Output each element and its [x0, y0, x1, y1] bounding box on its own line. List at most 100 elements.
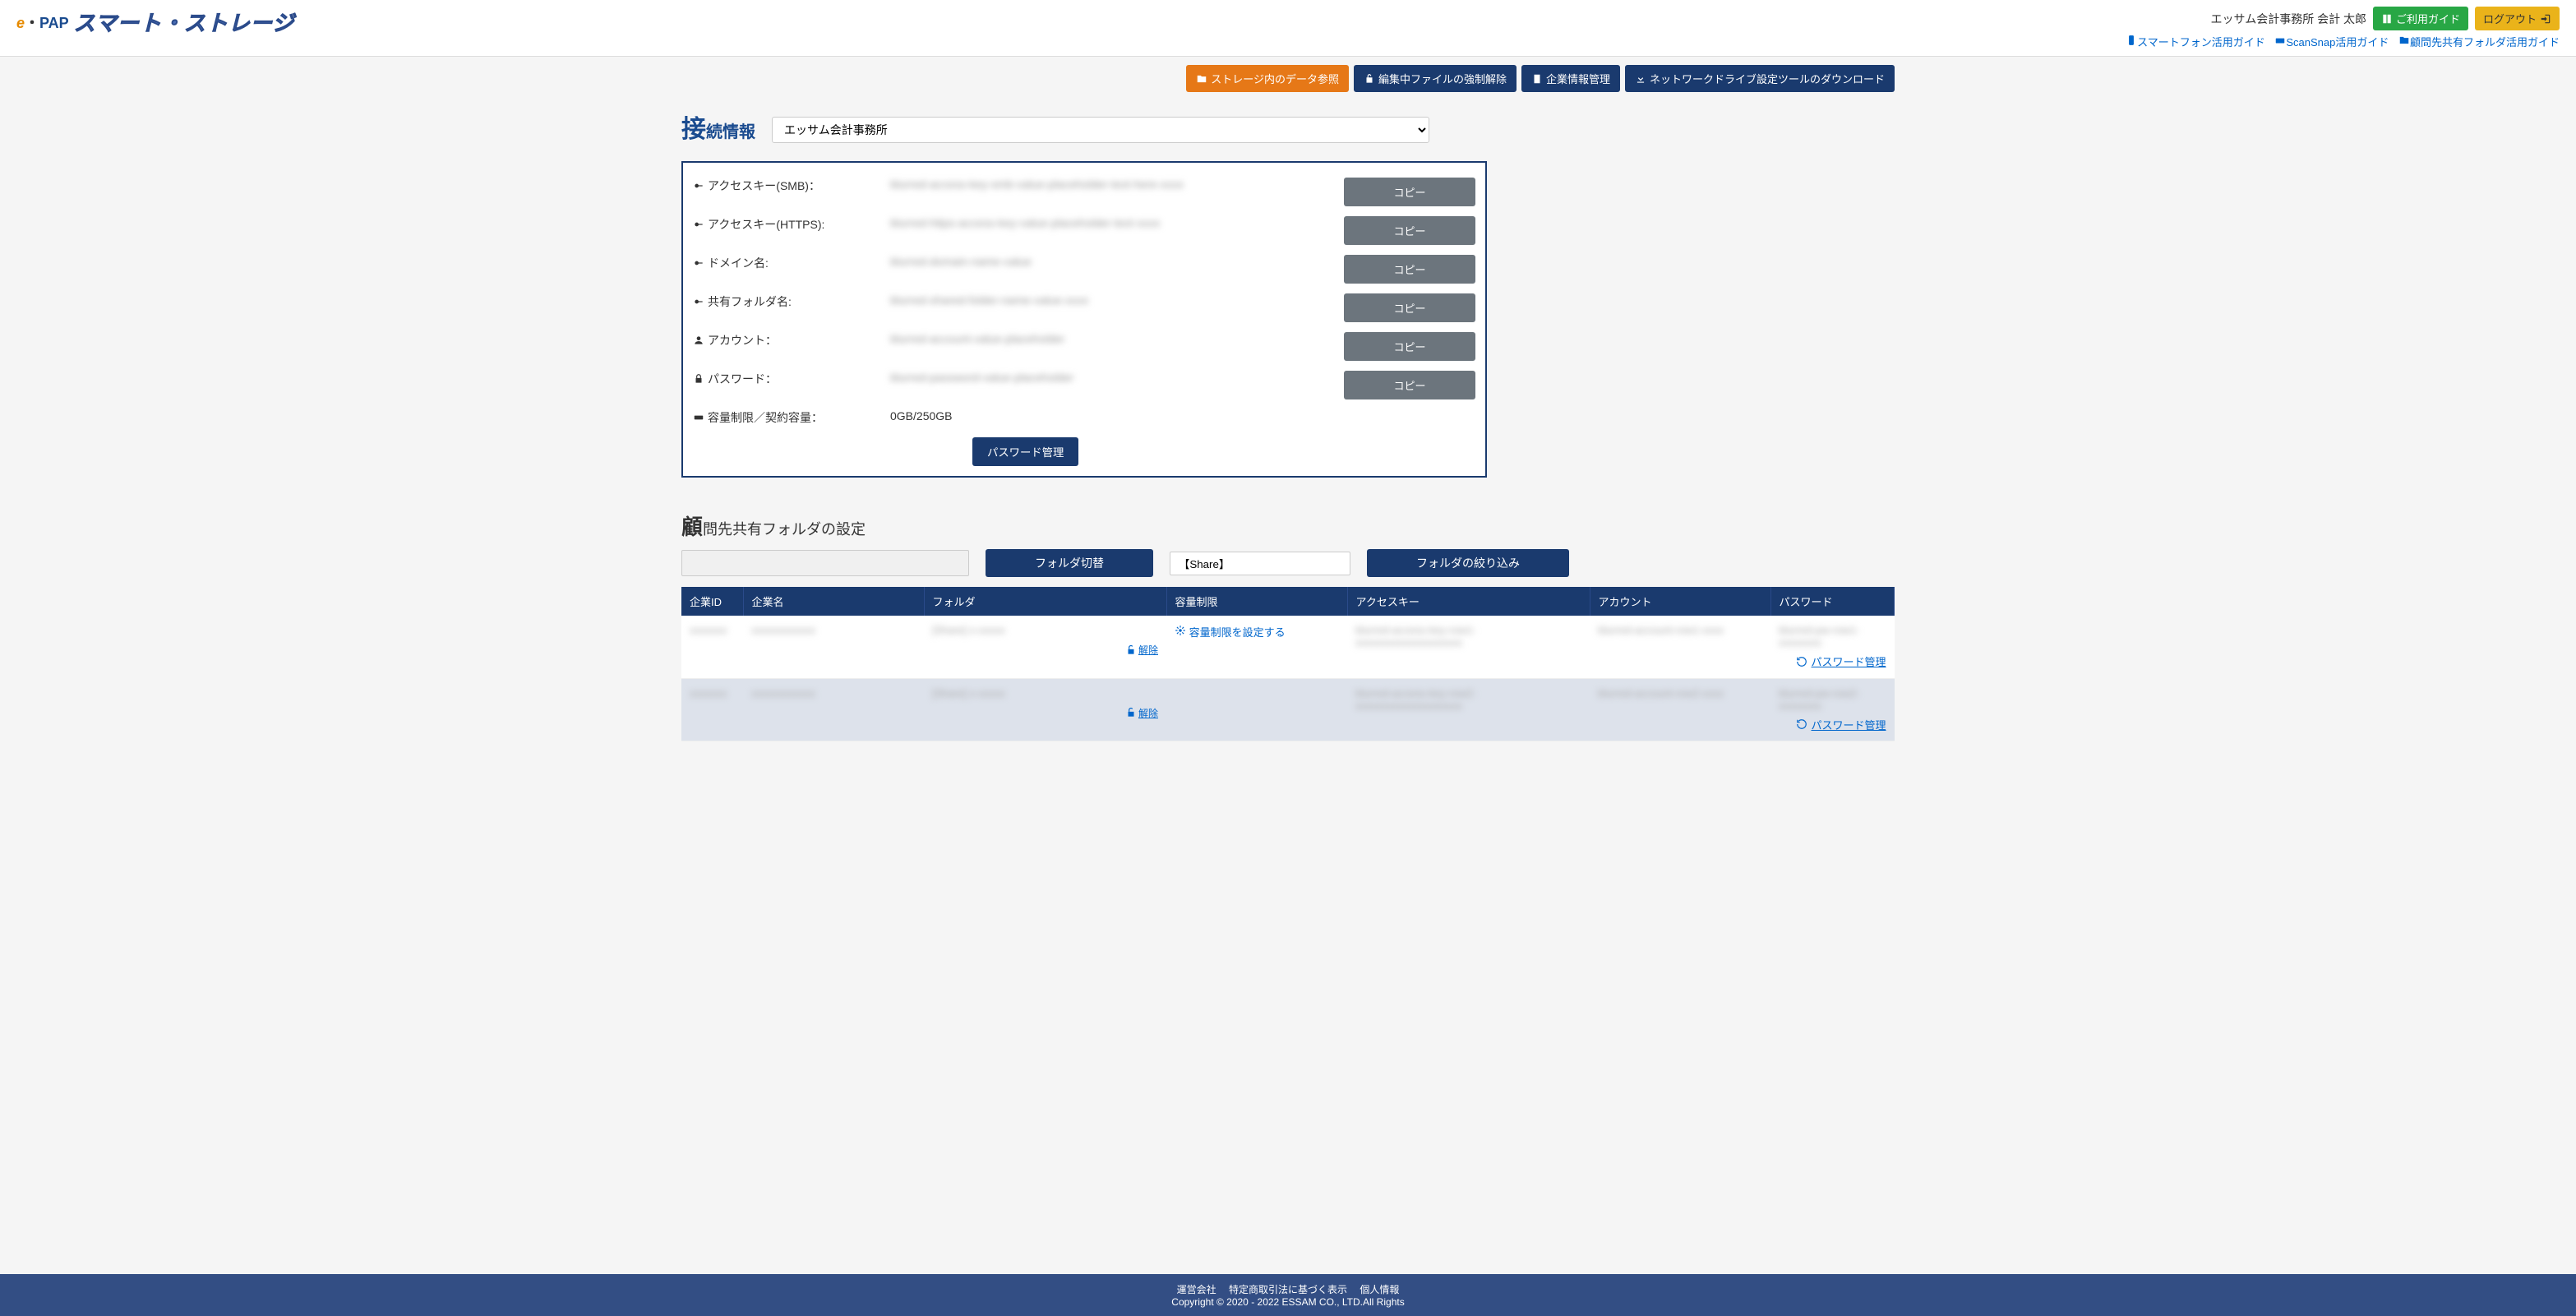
https-value: blurred-https-access-key-value-placehold… [890, 216, 1336, 229]
folder-filter-button[interactable]: フォルダの絞り込み [1367, 549, 1569, 577]
th-access: アクセスキー [1347, 587, 1590, 616]
key-icon [693, 296, 704, 307]
office-select[interactable]: エッサム会計事務所 [772, 117, 1429, 143]
logout-button[interactable]: ログアウト [2475, 7, 2560, 30]
th-id: 企業ID [681, 587, 743, 616]
copy-https-button[interactable]: コピー [1344, 216, 1475, 245]
key-icon [693, 180, 704, 192]
header: e・PAP スマート・ストレージ エッサム会計事務所 会計 太郎 ご利用ガイド … [0, 0, 2576, 57]
copyright: Copyright © 2020 - 2022 ESSAM CO., LTD.A… [0, 1296, 2576, 1308]
header-right: エッサム会計事務所 会計 太郎 ご利用ガイド ログアウト スマートフォン活用ガイ… [2119, 7, 2560, 49]
book-icon [2381, 13, 2393, 25]
nav-storage-button[interactable]: ストレージ内のデータ参照 [1186, 65, 1349, 92]
hdd-icon [693, 412, 704, 423]
folder-empty-input[interactable] [681, 550, 969, 576]
sharefolder-guide-link[interactable]: 顧問先共有フォルダ活用ガイド [2398, 36, 2560, 48]
https-label: アクセスキー(HTTPS): [693, 216, 890, 233]
cell-account: blurred-account-row1-xxxx [1598, 624, 1724, 636]
lock-icon [693, 373, 704, 385]
key-icon [693, 257, 704, 269]
scanner-icon [2274, 35, 2286, 46]
folder-open-icon [1196, 73, 1207, 85]
guide-button[interactable]: ご利用ガイド [2373, 7, 2468, 30]
footer-company-link[interactable]: 運営会社 [1177, 1284, 1216, 1295]
folder-section-title: 顧問先共有フォルダの設定 [681, 510, 1895, 541]
th-folder: フォルダ [924, 587, 1166, 616]
cell-folder: [Share] x-xxxxx [932, 687, 1005, 700]
th-password: パスワード [1770, 587, 1895, 616]
unlock-icon [1125, 707, 1137, 718]
cell-name: xxxxxxxxxxxx [751, 624, 815, 636]
unlock-link[interactable]: 解除 [1125, 706, 1158, 720]
footer-privacy-link[interactable]: 個人情報 [1360, 1284, 1399, 1295]
share-input[interactable] [1170, 552, 1350, 575]
building-icon [1531, 73, 1543, 85]
copy-domain-button[interactable]: コピー [1344, 255, 1475, 284]
footer-law-link[interactable]: 特定商取引法に基づく表示 [1229, 1284, 1347, 1295]
logout-icon [2540, 13, 2551, 25]
password-manage-link[interactable]: パスワード管理 [1796, 717, 1886, 732]
folder-table: 企業ID 企業名 フォルダ 容量制限 アクセスキー アカウント パスワード xx… [681, 587, 1895, 741]
gear-icon [1175, 625, 1186, 636]
copy-folder-button[interactable]: コピー [1344, 293, 1475, 322]
table-row: xxxxxxx xxxxxxxxxxxx [Share] x-xxxxx 解除 … [681, 616, 1895, 678]
cell-account: blurred-account-row2-xxxx [1598, 687, 1724, 700]
smartphone-guide-link[interactable]: スマートフォン活用ガイド [2126, 36, 2265, 48]
cell-id: xxxxxxx [690, 624, 727, 636]
header-links: スマートフォン活用ガイド ScanSnap活用ガイド 顧問先共有フォルダ活用ガイ… [2119, 34, 2560, 49]
cell-id: xxxxxxx [690, 687, 727, 700]
user-info: エッサム会計事務所 会計 太郎 [2210, 11, 2366, 27]
main-container: ストレージ内のデータ参照 編集中ファイルの強制解除 企業情報管理 ネットワークド… [672, 57, 1904, 791]
domain-value: blurred-domain-name-value [890, 255, 1336, 268]
table-row: xxxxxxx xxxxxxxxxxxx [Share] x-xxxxx 解除 … [681, 678, 1895, 741]
phone-icon [2126, 35, 2137, 46]
cell-password: blurred-pw-row1-xxxxxxxx [1779, 624, 1859, 649]
logo-text: スマート・ストレージ [74, 7, 295, 37]
unlock-link[interactable]: 解除 [1125, 643, 1158, 657]
cell-password: blurred-pw-row2-xxxxxxxx [1779, 687, 1859, 712]
nav-unlock-button[interactable]: 編集中ファイルの強制解除 [1354, 65, 1517, 92]
account-value: blurred-account-value-placeholder [890, 332, 1336, 345]
th-capacity: 容量制限 [1166, 587, 1347, 616]
footer: 運営会社 特定商取引法に基づく表示 個人情報 Copyright © 2020 … [0, 1274, 2576, 1316]
smb-label: アクセスキー(SMB)： [693, 178, 890, 194]
th-account: アカウント [1590, 587, 1770, 616]
unlock-icon [1125, 644, 1137, 656]
folder-icon [2398, 35, 2410, 46]
capacity-label: 容量制限／契約容量： [693, 409, 890, 426]
password-manage-link[interactable]: パスワード管理 [1796, 653, 1886, 669]
cell-access: blurred-access-key-row2-xxxxxxxxxxxxxxxx… [1355, 687, 1476, 712]
cell-folder: [Share] x-xxxxx [932, 624, 1005, 636]
copy-smb-button[interactable]: コピー [1344, 178, 1475, 206]
capacity-value: 0GB/250GB [890, 409, 1475, 423]
undo-icon [1796, 656, 1807, 667]
folder-label: 共有フォルダ名: [693, 293, 890, 310]
connection-title: 接続情報 [681, 109, 755, 145]
user-icon [693, 335, 704, 346]
nav-download-button[interactable]: ネットワークドライブ設定ツールのダウンロード [1625, 65, 1895, 92]
copy-password-button[interactable]: コピー [1344, 371, 1475, 399]
folder-controls: フォルダ切替 フォルダの絞り込み [681, 549, 1895, 577]
domain-label: ドメイン名: [693, 255, 890, 271]
unlock-icon [1364, 73, 1375, 85]
cell-name: xxxxxxxxxxxx [751, 687, 815, 700]
undo-icon [1796, 718, 1807, 730]
logo: e・PAP スマート・ストレージ [16, 7, 294, 37]
folder-switch-button[interactable]: フォルダ切替 [986, 549, 1153, 577]
top-nav: ストレージ内のデータ参照 編集中ファイルの強制解除 企業情報管理 ネットワークド… [681, 65, 1895, 92]
nav-company-button[interactable]: 企業情報管理 [1521, 65, 1620, 92]
copy-account-button[interactable]: コピー [1344, 332, 1475, 361]
capacity-setting-link[interactable]: 容量制限を設定する [1175, 626, 1286, 639]
key-icon [693, 219, 704, 230]
account-label: アカウント： [693, 332, 890, 349]
cell-access: blurred-access-key-row1-xxxxxxxxxxxxxxxx… [1355, 624, 1476, 649]
logo-badge: e・PAP [16, 12, 69, 33]
password-label: パスワード： [693, 371, 890, 387]
smb-value: blurred-access-key-smb-value-placeholder… [890, 178, 1336, 191]
th-name: 企業名 [743, 587, 924, 616]
password-manage-button[interactable]: パスワード管理 [972, 437, 1078, 466]
password-value: blurred-password-value-placeholder [890, 371, 1336, 384]
scansnap-guide-link[interactable]: ScanSnap活用ガイド [2274, 36, 2389, 48]
connection-panel: アクセスキー(SMB)： blurred-access-key-smb-valu… [681, 161, 1487, 478]
folder-value: blurred-shared-folder-name-value-xxxx [890, 293, 1336, 307]
